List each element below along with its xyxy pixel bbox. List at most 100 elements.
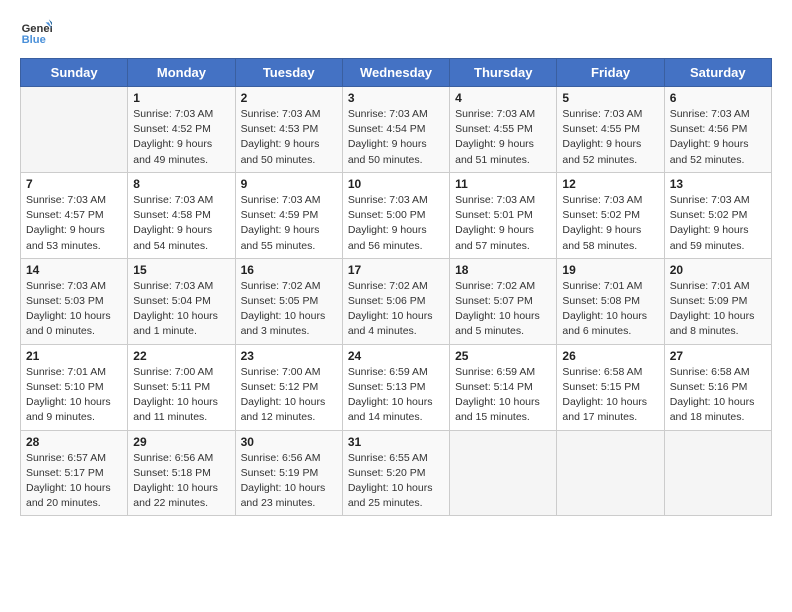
calendar-cell: 27 Sunrise: 6:58 AM Sunset: 5:16 PM Dayli… — [664, 344, 771, 430]
day-number: 29 — [133, 435, 229, 449]
day-number: 13 — [670, 177, 766, 191]
calendar-cell: 11Sunrise: 7:03 AM Sunset: 5:01 PM Dayli… — [450, 172, 557, 258]
day-info: Sunrise: 7:02 AM Sunset: 5:05 PM Dayligh… — [241, 279, 337, 340]
calendar-cell — [21, 87, 128, 173]
day-info: Sunrise: 6:57 AM Sunset: 5:17 PM Dayligh… — [26, 451, 122, 512]
day-number: 16 — [241, 263, 337, 277]
weekday-saturday: Saturday — [664, 59, 771, 87]
day-info: Sunrise: 7:03 AM Sunset: 4:52 PM Dayligh… — [133, 107, 229, 168]
weekday-friday: Friday — [557, 59, 664, 87]
calendar-cell: 20Sunrise: 7:01 AM Sunset: 5:09 PM Dayli… — [664, 258, 771, 344]
day-info: Sunrise: 7:02 AM Sunset: 5:07 PM Dayligh… — [455, 279, 551, 340]
day-info: Sunrise: 7:03 AM Sunset: 4:55 PM Dayligh… — [562, 107, 658, 168]
day-info: Sunrise: 7:01 AM Sunset: 5:10 PM Dayligh… — [26, 365, 122, 426]
day-info: Sunrise: 7:00 AM Sunset: 5:12 PM Dayligh… — [241, 365, 337, 426]
day-info: Sunrise: 7:03 AM Sunset: 5:03 PM Dayligh… — [26, 279, 122, 340]
weekday-tuesday: Tuesday — [235, 59, 342, 87]
day-info: Sunrise: 7:03 AM Sunset: 4:54 PM Dayligh… — [348, 107, 444, 168]
day-info: Sunrise: 7:03 AM Sunset: 4:53 PM Dayligh… — [241, 107, 337, 168]
day-info: Sunrise: 6:59 AM Sunset: 5:13 PM Dayligh… — [348, 365, 444, 426]
day-number: 6 — [670, 91, 766, 105]
calendar-header: SundayMondayTuesdayWednesdayThursdayFrid… — [21, 59, 772, 87]
calendar-cell: 8 Sunrise: 7:03 AM Sunset: 4:58 PM Daylig… — [128, 172, 235, 258]
day-info: Sunrise: 7:03 AM Sunset: 5:04 PM Dayligh… — [133, 279, 229, 340]
day-number: 26 — [562, 349, 658, 363]
day-number: 2 — [241, 91, 337, 105]
day-number: 9 — [241, 177, 337, 191]
calendar-cell: 21 Sunrise: 7:01 AM Sunset: 5:10 PM Dayli… — [21, 344, 128, 430]
day-number: 3 — [348, 91, 444, 105]
weekday-row: SundayMondayTuesdayWednesdayThursdayFrid… — [21, 59, 772, 87]
page-header: General Blue — [20, 16, 772, 48]
day-info: Sunrise: 7:03 AM Sunset: 4:58 PM Dayligh… — [133, 193, 229, 254]
calendar-cell: 25Sunrise: 6:59 AM Sunset: 5:14 PM Dayli… — [450, 344, 557, 430]
calendar-cell: 9 Sunrise: 7:03 AM Sunset: 4:59 PM Daylig… — [235, 172, 342, 258]
calendar-cell: 10Sunrise: 7:03 AM Sunset: 5:00 PM Dayli… — [342, 172, 449, 258]
calendar-cell: 29 Sunrise: 6:56 AM Sunset: 5:18 PM Dayli… — [128, 430, 235, 516]
day-number: 8 — [133, 177, 229, 191]
calendar-cell: 24 Sunrise: 6:59 AM Sunset: 5:13 PM Dayli… — [342, 344, 449, 430]
day-number: 31 — [348, 435, 444, 449]
day-info: Sunrise: 6:59 AM Sunset: 5:14 PM Dayligh… — [455, 365, 551, 426]
calendar-cell: 3 Sunrise: 7:03 AM Sunset: 4:54 PM Daylig… — [342, 87, 449, 173]
day-info: Sunrise: 7:02 AM Sunset: 5:06 PM Dayligh… — [348, 279, 444, 340]
day-number: 27 — [670, 349, 766, 363]
calendar-cell: 7 Sunrise: 7:03 AM Sunset: 4:57 PM Daylig… — [21, 172, 128, 258]
day-number: 19 — [562, 263, 658, 277]
day-info: Sunrise: 7:03 AM Sunset: 4:57 PM Dayligh… — [26, 193, 122, 254]
calendar-cell: 30Sunrise: 6:56 AM Sunset: 5:19 PM Dayli… — [235, 430, 342, 516]
day-info: Sunrise: 6:58 AM Sunset: 5:16 PM Dayligh… — [670, 365, 766, 426]
calendar-cell — [664, 430, 771, 516]
calendar-cell: 2 Sunrise: 7:03 AM Sunset: 4:53 PM Daylig… — [235, 87, 342, 173]
day-number: 7 — [26, 177, 122, 191]
calendar-cell — [450, 430, 557, 516]
calendar-cell: 6 Sunrise: 7:03 AM Sunset: 4:56 PM Daylig… — [664, 87, 771, 173]
calendar-week-5: 28Sunrise: 6:57 AM Sunset: 5:17 PM Dayli… — [21, 430, 772, 516]
day-info: Sunrise: 7:03 AM Sunset: 4:55 PM Dayligh… — [455, 107, 551, 168]
calendar-cell: 26 Sunrise: 6:58 AM Sunset: 5:15 PM Dayli… — [557, 344, 664, 430]
calendar-week-4: 21 Sunrise: 7:01 AM Sunset: 5:10 PM Dayli… — [21, 344, 772, 430]
day-number: 1 — [133, 91, 229, 105]
day-number: 5 — [562, 91, 658, 105]
calendar-cell: 23 Sunrise: 7:00 AM Sunset: 5:12 PM Dayli… — [235, 344, 342, 430]
svg-text:Blue: Blue — [22, 34, 46, 46]
day-info: Sunrise: 6:56 AM Sunset: 5:18 PM Dayligh… — [133, 451, 229, 512]
day-info: Sunrise: 7:03 AM Sunset: 4:56 PM Dayligh… — [670, 107, 766, 168]
calendar-cell: 22Sunrise: 7:00 AM Sunset: 5:11 PM Dayli… — [128, 344, 235, 430]
calendar-cell: 4 Sunrise: 7:03 AM Sunset: 4:55 PM Daylig… — [450, 87, 557, 173]
day-number: 15 — [133, 263, 229, 277]
day-info: Sunrise: 7:01 AM Sunset: 5:08 PM Dayligh… — [562, 279, 658, 340]
calendar-cell: 13 Sunrise: 7:03 AM Sunset: 5:02 PM Dayli… — [664, 172, 771, 258]
calendar-cell — [557, 430, 664, 516]
calendar-cell: 14 Sunrise: 7:03 AM Sunset: 5:03 PM Dayli… — [21, 258, 128, 344]
calendar-week-2: 7 Sunrise: 7:03 AM Sunset: 4:57 PM Daylig… — [21, 172, 772, 258]
calendar-cell: 12Sunrise: 7:03 AM Sunset: 5:02 PM Dayli… — [557, 172, 664, 258]
calendar-cell: 19 Sunrise: 7:01 AM Sunset: 5:08 PM Dayli… — [557, 258, 664, 344]
day-number: 14 — [26, 263, 122, 277]
calendar-cell: 18 Sunrise: 7:02 AM Sunset: 5:07 PM Dayli… — [450, 258, 557, 344]
day-number: 21 — [26, 349, 122, 363]
calendar-cell: 5 Sunrise: 7:03 AM Sunset: 4:55 PM Daylig… — [557, 87, 664, 173]
day-number: 4 — [455, 91, 551, 105]
day-number: 23 — [241, 349, 337, 363]
day-info: Sunrise: 7:03 AM Sunset: 5:00 PM Dayligh… — [348, 193, 444, 254]
calendar-week-1: 1 Sunrise: 7:03 AM Sunset: 4:52 PM Daylig… — [21, 87, 772, 173]
day-info: Sunrise: 6:56 AM Sunset: 5:19 PM Dayligh… — [241, 451, 337, 512]
day-info: Sunrise: 7:03 AM Sunset: 4:59 PM Dayligh… — [241, 193, 337, 254]
logo: General Blue — [20, 16, 52, 48]
day-number: 20 — [670, 263, 766, 277]
day-info: Sunrise: 7:03 AM Sunset: 5:02 PM Dayligh… — [562, 193, 658, 254]
day-number: 18 — [455, 263, 551, 277]
calendar-table: SundayMondayTuesdayWednesdayThursdayFrid… — [20, 58, 772, 516]
day-number: 24 — [348, 349, 444, 363]
weekday-monday: Monday — [128, 59, 235, 87]
day-info: Sunrise: 6:55 AM Sunset: 5:20 PM Dayligh… — [348, 451, 444, 512]
day-info: Sunrise: 7:00 AM Sunset: 5:11 PM Dayligh… — [133, 365, 229, 426]
calendar-week-3: 14 Sunrise: 7:03 AM Sunset: 5:03 PM Dayli… — [21, 258, 772, 344]
weekday-sunday: Sunday — [21, 59, 128, 87]
calendar-cell: 15 Sunrise: 7:03 AM Sunset: 5:04 PM Dayli… — [128, 258, 235, 344]
calendar-cell: 1 Sunrise: 7:03 AM Sunset: 4:52 PM Daylig… — [128, 87, 235, 173]
day-number: 11 — [455, 177, 551, 191]
day-info: Sunrise: 7:03 AM Sunset: 5:02 PM Dayligh… — [670, 193, 766, 254]
day-info: Sunrise: 6:58 AM Sunset: 5:15 PM Dayligh… — [562, 365, 658, 426]
